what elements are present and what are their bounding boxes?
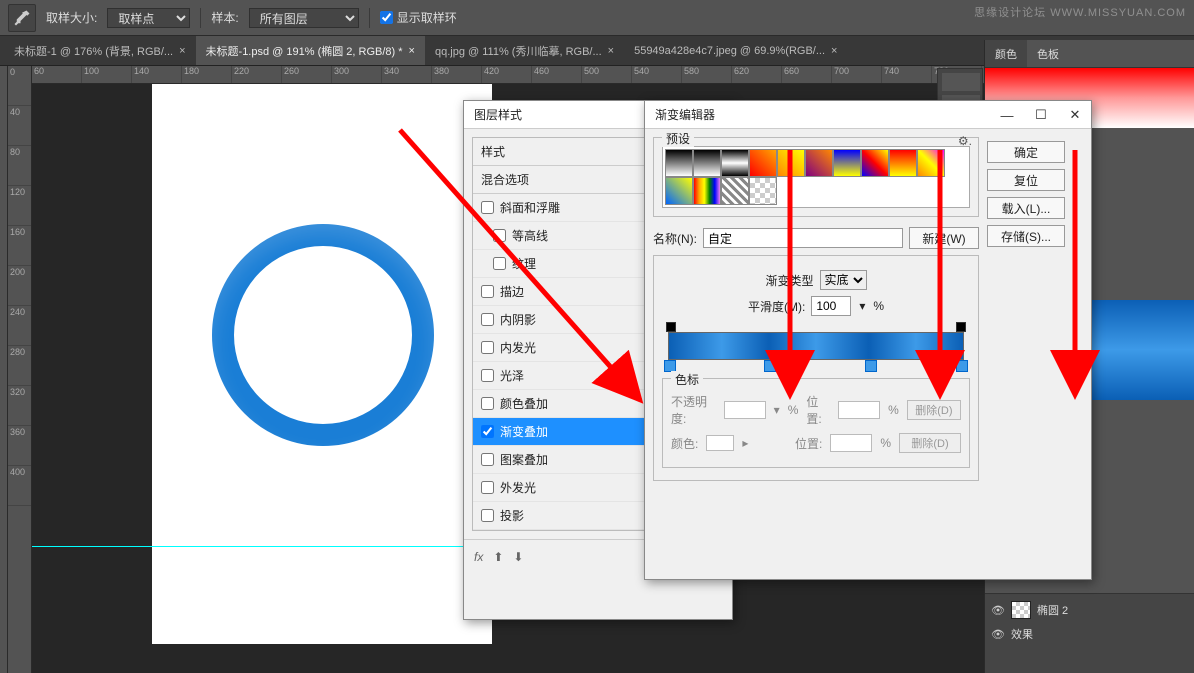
- opacity-label: 不透明度:: [671, 393, 716, 427]
- preset-swatch[interactable]: [749, 149, 777, 177]
- color-stop[interactable]: [764, 360, 776, 372]
- eyedropper-tool-icon[interactable]: [8, 4, 36, 32]
- opacity-input[interactable]: [724, 401, 766, 419]
- layer-row[interactable]: 👁 效果: [991, 622, 1188, 646]
- ellipse-shape[interactable]: [212, 224, 434, 446]
- gradient-name-input[interactable]: [703, 228, 903, 248]
- panel-icon[interactable]: [942, 73, 980, 91]
- close-icon[interactable]: ×: [179, 45, 185, 57]
- layer-row[interactable]: 👁 椭圆 2: [991, 598, 1188, 622]
- show-sampling-ring[interactable]: 显示取样环: [380, 9, 457, 26]
- gradient-type-label: 渐变类型: [765, 272, 813, 289]
- preset-swatch[interactable]: [889, 149, 917, 177]
- close-icon[interactable]: ×: [409, 45, 415, 57]
- smoothness-label: 平滑度(M):: [748, 298, 805, 315]
- delete-stop-button[interactable]: 删除(D): [899, 433, 961, 453]
- save-button[interactable]: 存储(S)...: [987, 225, 1065, 247]
- minimize-icon[interactable]: —: [997, 105, 1017, 125]
- sample-select[interactable]: 所有图层: [249, 8, 359, 28]
- name-label: 名称(N):: [653, 230, 697, 247]
- ruler-vertical: 04080120160200240280320360400: [8, 66, 32, 673]
- preset-swatch[interactable]: [833, 149, 861, 177]
- fx-icon[interactable]: fx: [474, 550, 483, 564]
- position-label: 位置:: [795, 435, 822, 452]
- arrow-up-icon[interactable]: ⬆: [493, 550, 503, 564]
- opacity-stop[interactable]: [666, 322, 676, 332]
- position-input[interactable]: [830, 434, 872, 452]
- ok-button[interactable]: 确定: [987, 141, 1065, 163]
- color-swatch[interactable]: [706, 435, 734, 451]
- preset-swatch[interactable]: [749, 177, 777, 205]
- doc-tab[interactable]: 未标题-1.psd @ 191% (椭圆 2, RGB/8) *×: [196, 36, 425, 65]
- layer-name[interactable]: 椭圆 2: [1037, 602, 1068, 618]
- layer-fx-label: 效果: [1011, 626, 1033, 642]
- new-gradient-button[interactable]: 新建(W): [909, 227, 979, 249]
- doc-tab[interactable]: 未标题-1 @ 176% (背景, RGB/...×: [4, 36, 196, 65]
- color-label: 颜色:: [671, 435, 698, 452]
- position-input[interactable]: [838, 401, 880, 419]
- color-stop[interactable]: [865, 360, 877, 372]
- close-icon[interactable]: ×: [831, 45, 837, 57]
- preset-swatch[interactable]: [805, 149, 833, 177]
- canvas[interactable]: [152, 84, 492, 644]
- preset-swatch[interactable]: [693, 149, 721, 177]
- doc-tab[interactable]: qq.jpg @ 111% (秀川临摹, RGB/...×: [425, 36, 624, 65]
- gradient-editor-dialog: 渐变编辑器 — ☐ ✕ 预设 ⚙.: [644, 100, 1092, 580]
- gradient-type-select[interactable]: 实底: [820, 270, 867, 290]
- dropdown-icon[interactable]: ▾: [857, 299, 867, 313]
- visibility-icon[interactable]: 👁: [991, 604, 1005, 617]
- tab-color[interactable]: 颜色: [985, 40, 1027, 67]
- preset-swatch[interactable]: [777, 149, 805, 177]
- preset-swatch[interactable]: [693, 177, 721, 205]
- show-ring-checkbox[interactable]: [380, 11, 393, 24]
- visibility-icon[interactable]: 👁: [991, 628, 1005, 641]
- watermark: 思缘设计论坛 WWW.MISSYUAN.COM: [974, 4, 1186, 20]
- stops-label: 色标: [671, 371, 703, 388]
- sample-size-select[interactable]: 取样点: [107, 8, 190, 28]
- divider: [369, 8, 370, 28]
- gradient-presets: [662, 146, 970, 208]
- opacity-stop[interactable]: [956, 322, 966, 332]
- layer-thumb: [1011, 601, 1031, 619]
- layers-panel: 👁 椭圆 2 👁 效果: [985, 593, 1194, 673]
- sample-size-label: 取样大小:: [46, 9, 97, 26]
- position-label: 位置:: [806, 393, 830, 427]
- presets-group: 预设 ⚙.: [653, 137, 979, 217]
- tool-strip: [0, 66, 8, 673]
- close-icon[interactable]: ×: [608, 45, 614, 57]
- load-button[interactable]: 载入(L)...: [987, 197, 1065, 219]
- doc-tab[interactable]: 55949a428e4c7.jpeg @ 69.9%(RGB/...×: [624, 36, 847, 65]
- preset-swatch[interactable]: [917, 149, 945, 177]
- gear-icon[interactable]: ⚙.: [958, 134, 972, 148]
- preset-swatch[interactable]: [721, 149, 749, 177]
- reset-button[interactable]: 复位: [987, 169, 1065, 191]
- smoothness-input[interactable]: [811, 296, 851, 316]
- color-stop[interactable]: [956, 360, 968, 372]
- divider: [200, 8, 201, 28]
- preset-swatch[interactable]: [665, 149, 693, 177]
- maximize-icon[interactable]: ☐: [1031, 105, 1051, 125]
- preset-swatch[interactable]: [861, 149, 889, 177]
- arrow-down-icon[interactable]: ⬇: [513, 550, 523, 564]
- delete-stop-button[interactable]: 删除(D): [907, 400, 961, 420]
- tab-swatches[interactable]: 色板: [1027, 40, 1069, 67]
- preset-swatch[interactable]: [665, 177, 693, 205]
- color-panel-tabs: 颜色 色板: [985, 40, 1194, 68]
- sample-label: 样本:: [211, 9, 238, 26]
- preset-swatch[interactable]: [721, 177, 749, 205]
- close-icon[interactable]: ✕: [1065, 105, 1085, 125]
- presets-label: 预设: [662, 130, 694, 147]
- gradient-strip[interactable]: [662, 322, 970, 370]
